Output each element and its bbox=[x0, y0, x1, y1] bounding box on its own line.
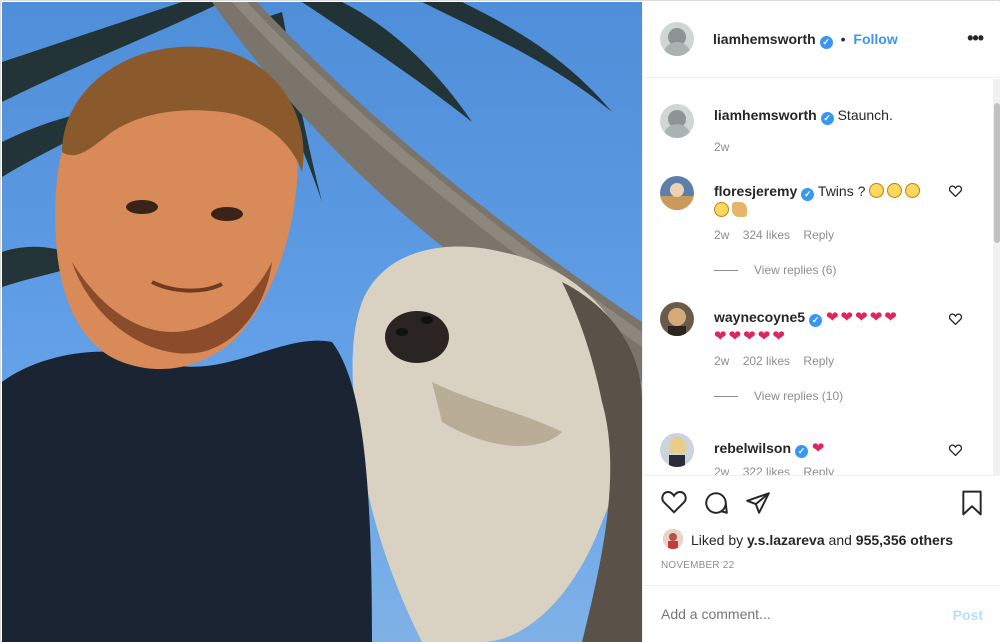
red-heart-emoji-icon: ❤ bbox=[840, 309, 854, 326]
view-replies-button[interactable]: View replies (10) bbox=[714, 389, 843, 403]
red-heart-emoji-icon: ❤ bbox=[772, 328, 785, 345]
comment-text: rebelwilson ✓ ❤ bbox=[714, 439, 944, 458]
post-header: liamhemsworth ✓ • Follow ••• bbox=[643, 2, 1000, 78]
red-heart-emoji-icon: ❤ bbox=[884, 309, 897, 326]
separator-dot: • bbox=[840, 31, 846, 47]
heart-emoji-icon: ❤ bbox=[811, 440, 825, 457]
hand-emoji-icon bbox=[732, 202, 747, 217]
more-icon[interactable]: ••• bbox=[967, 28, 984, 49]
replies-divider bbox=[714, 396, 738, 398]
comment-time[interactable]: 2w bbox=[714, 228, 729, 242]
red-heart-emoji-icon: ❤ bbox=[714, 328, 727, 345]
comment-author[interactable]: waynecoyne5 bbox=[714, 309, 805, 325]
heart-icon[interactable] bbox=[661, 490, 687, 519]
comment-text: waynecoyne5 ✓ ❤ ❤ ❤ ❤ ❤ ❤ ❤ ❤ ❤ ❤ bbox=[714, 308, 944, 345]
crying-laughing-emoji-icon bbox=[905, 183, 921, 198]
post-photo[interactable] bbox=[2, 2, 642, 642]
comment-icon[interactable] bbox=[703, 490, 729, 521]
crying-laughing-emoji-icon bbox=[869, 183, 885, 198]
comment-author[interactable]: rebelwilson bbox=[714, 440, 791, 456]
red-heart-emoji-icon: ❤ bbox=[855, 309, 868, 326]
comment-likes[interactable]: 322 likes bbox=[743, 465, 790, 475]
reply-button[interactable]: Reply bbox=[803, 465, 834, 475]
liked-by-and: and bbox=[828, 532, 852, 548]
post-actions: Liked by y.s.lazareva and 955,356 others… bbox=[643, 475, 1000, 585]
post-side-panel: liamhemsworth ✓ • Follow ••• liamhemswort… bbox=[642, 2, 1000, 642]
scrollbar-thumb[interactable] bbox=[994, 103, 1000, 243]
author-username[interactable]: liamhemsworth bbox=[713, 31, 816, 47]
share-icon[interactable] bbox=[745, 490, 771, 521]
red-heart-emoji-icon: ❤ bbox=[825, 309, 839, 326]
comments-scrollbar[interactable] bbox=[993, 79, 1000, 475]
liked-by-prefix: Liked by bbox=[691, 532, 744, 548]
verified-icon: ✓ bbox=[801, 188, 815, 201]
post-comment-button[interactable]: Post bbox=[953, 607, 983, 623]
view-replies-label: View replies (10) bbox=[754, 389, 844, 403]
red-heart-emoji-icon: ❤ bbox=[743, 328, 756, 345]
comment-meta: 2w 322 likes Reply bbox=[714, 465, 844, 475]
likes-text: Liked by y.s.lazareva and 955,356 others bbox=[691, 532, 953, 548]
caption-avatar[interactable] bbox=[660, 104, 694, 138]
comment-text: floresjeremy ✓ Twins ? bbox=[714, 182, 944, 219]
liked-by-others[interactable]: 955,356 others bbox=[856, 532, 953, 548]
red-heart-emoji-icon: ❤ bbox=[728, 328, 742, 345]
liked-by-user[interactable]: y.s.lazareva bbox=[747, 532, 825, 548]
caption-meta: 2w bbox=[714, 140, 739, 154]
comment-body: Twins ? bbox=[817, 183, 866, 199]
caption-text: liamhemsworth ✓ Staunch. bbox=[714, 106, 944, 125]
caption-author[interactable]: liamhemsworth bbox=[714, 107, 817, 123]
liker-avatar[interactable] bbox=[663, 529, 683, 549]
comment-time[interactable]: 2w bbox=[714, 354, 729, 368]
comment-like-heart-icon[interactable] bbox=[948, 184, 963, 200]
comment-input[interactable] bbox=[661, 606, 931, 622]
verified-icon: ✓ bbox=[809, 314, 823, 327]
comment-likes[interactable]: 324 likes bbox=[743, 228, 790, 242]
red-heart-emoji-icon: ❤ bbox=[757, 328, 771, 345]
comment-likes[interactable]: 202 likes bbox=[743, 354, 790, 368]
comment-author[interactable]: floresjeremy bbox=[714, 183, 797, 199]
comment-like-heart-icon[interactable] bbox=[948, 443, 963, 459]
comment-time[interactable]: 2w bbox=[714, 465, 729, 475]
red-heart-emoji-icon: ❤ bbox=[869, 309, 883, 326]
verified-icon: ✓ bbox=[795, 445, 809, 458]
replies-divider bbox=[714, 270, 738, 272]
post-modal: liamhemsworth ✓ • Follow ••• liamhemswort… bbox=[0, 0, 1000, 642]
reply-button[interactable]: Reply bbox=[803, 228, 834, 242]
comment-like-heart-icon[interactable] bbox=[948, 312, 963, 328]
comment-meta: 2w 202 likes Reply bbox=[714, 354, 844, 368]
comments-list[interactable]: liamhemsworth ✓ Staunch. 2w floresjeremy ✓… bbox=[643, 79, 993, 475]
reply-button[interactable]: Reply bbox=[803, 354, 834, 368]
view-replies-button[interactable]: View replies (6) bbox=[714, 263, 836, 277]
bookmark-icon[interactable] bbox=[961, 490, 983, 521]
comment-meta: 2w 324 likes Reply bbox=[714, 228, 844, 242]
author-avatar[interactable] bbox=[660, 22, 694, 56]
author-line: liamhemsworth ✓ • Follow bbox=[713, 31, 898, 49]
post-date[interactable]: NOVEMBER 22 bbox=[661, 560, 734, 571]
commenter-avatar[interactable] bbox=[660, 433, 694, 467]
caption-body: Staunch. bbox=[837, 107, 893, 123]
verified-icon: ✓ bbox=[820, 112, 834, 125]
commenter-avatar[interactable] bbox=[660, 176, 694, 210]
caption-time[interactable]: 2w bbox=[714, 140, 729, 154]
add-comment-bar: Post bbox=[643, 585, 1000, 642]
photo-illustration bbox=[2, 2, 642, 642]
follow-button[interactable]: Follow bbox=[853, 31, 897, 47]
verified-icon: ✓ bbox=[819, 36, 833, 49]
crying-laughing-emoji-icon bbox=[714, 202, 729, 217]
commenter-avatar[interactable] bbox=[660, 302, 694, 336]
view-replies-label: View replies (6) bbox=[754, 263, 837, 277]
crying-laughing-emoji-icon bbox=[887, 183, 903, 198]
